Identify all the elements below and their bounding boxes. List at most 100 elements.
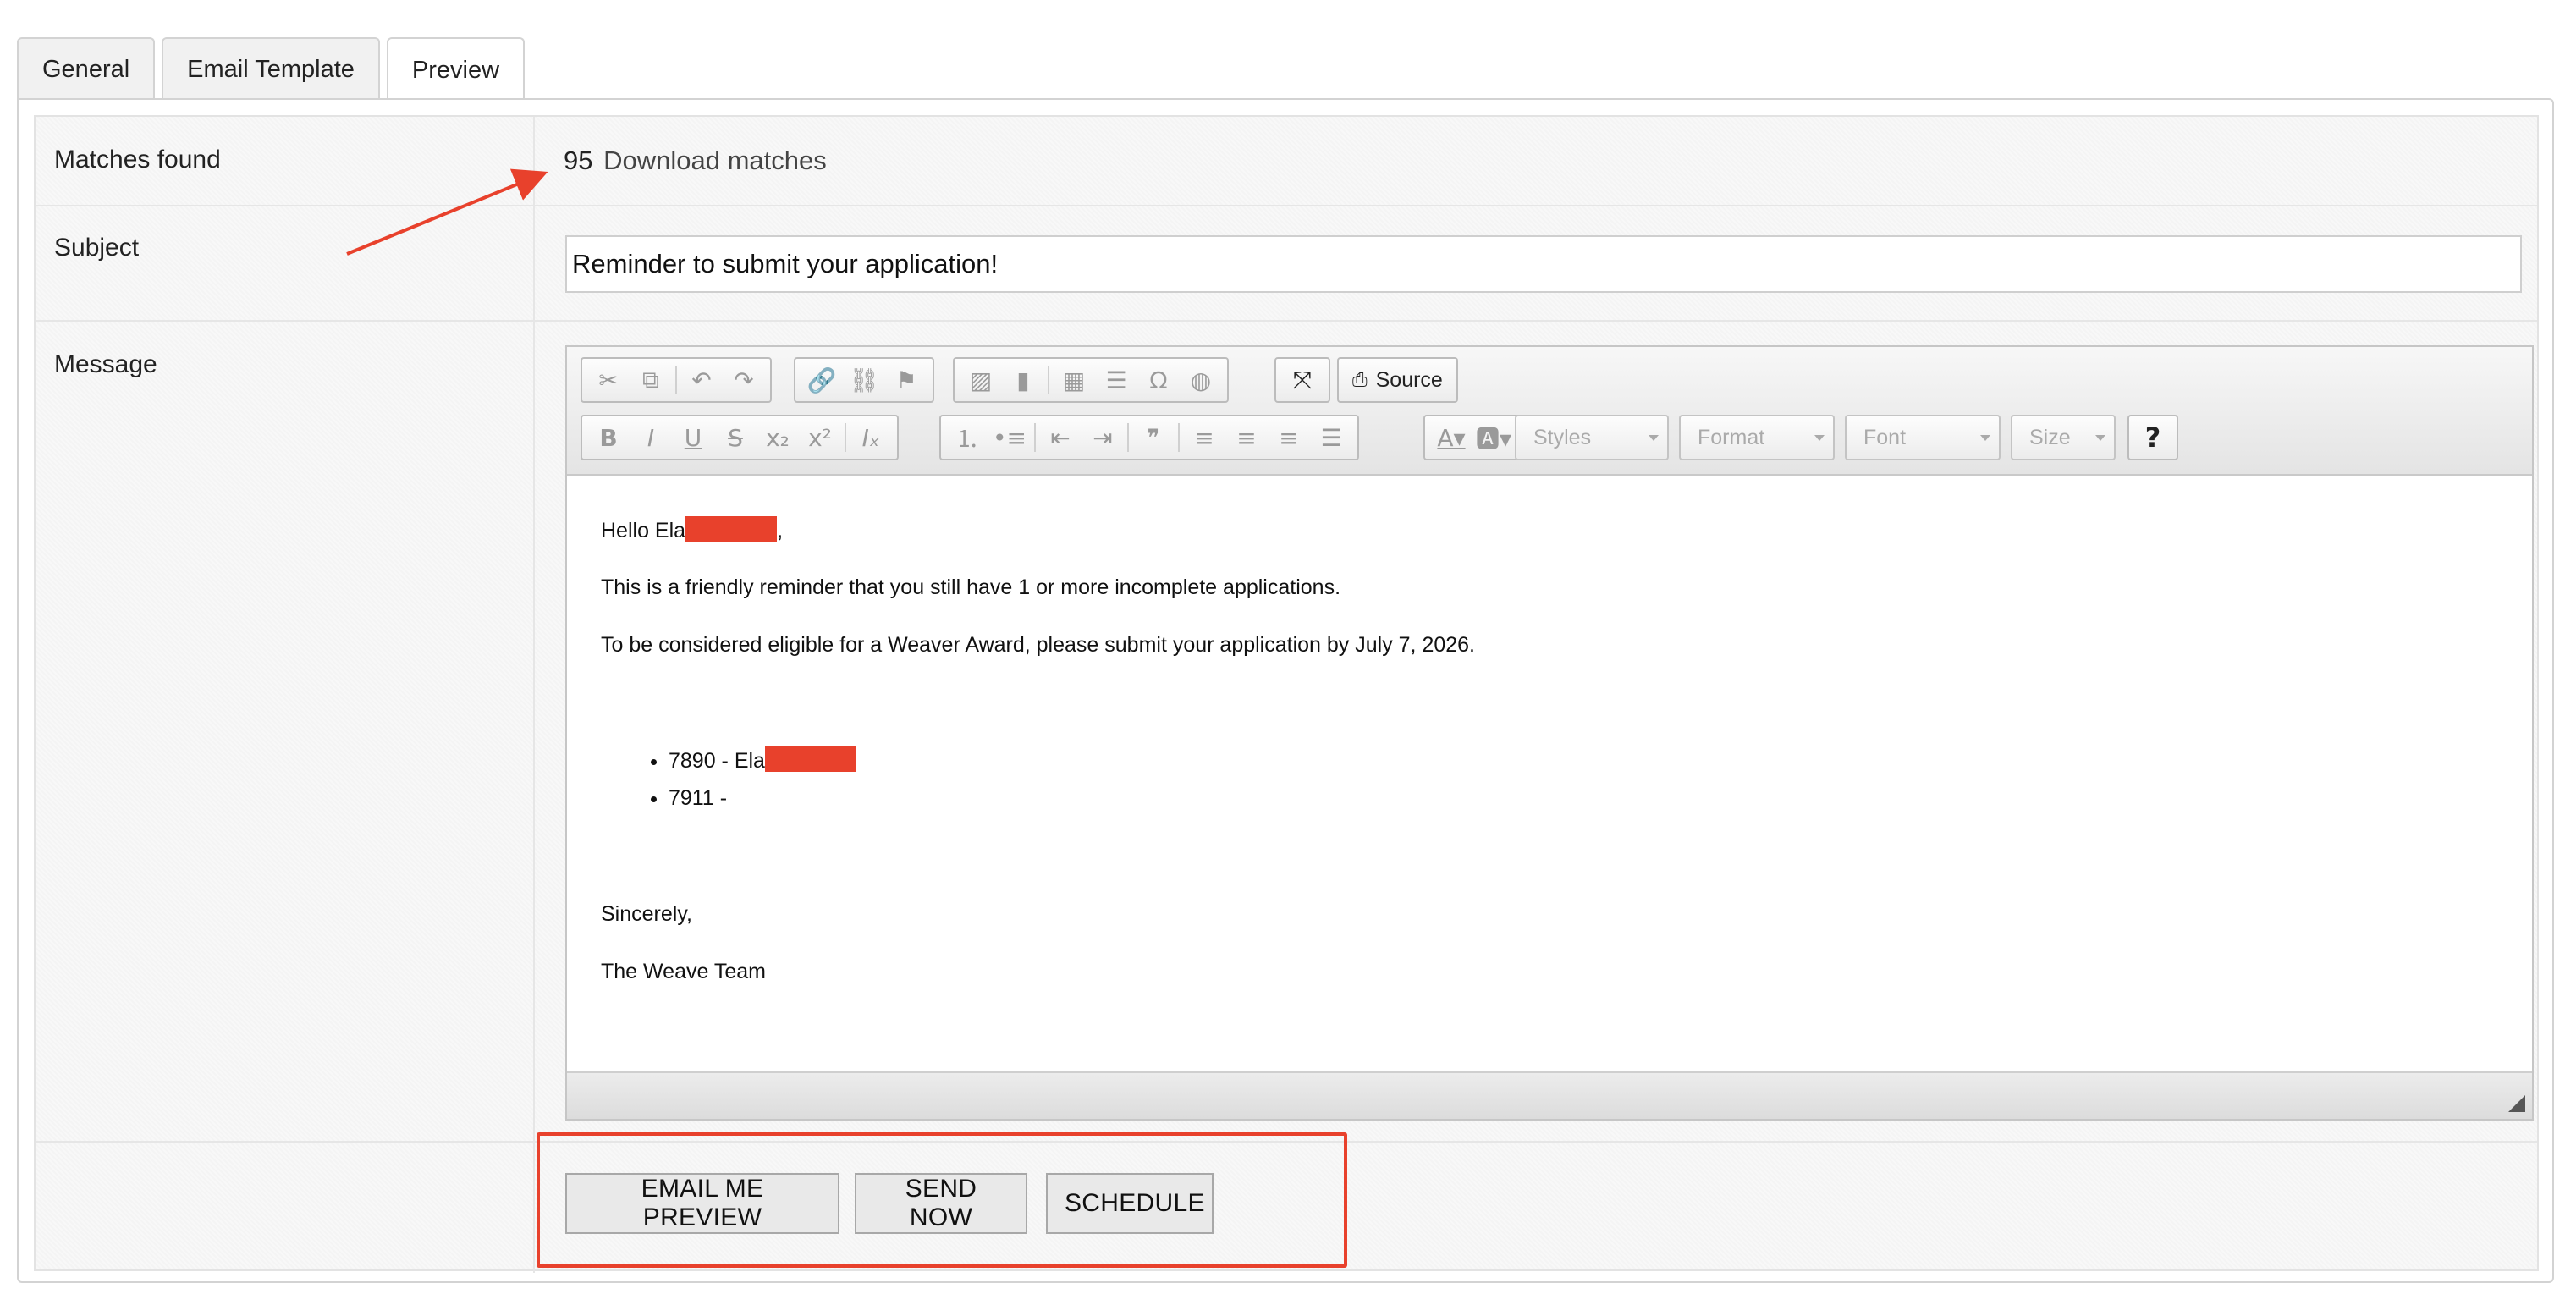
redaction-block xyxy=(764,746,856,772)
signature-line: The Weave Team xyxy=(601,960,767,983)
matches-label-cell: Matches found xyxy=(36,117,535,205)
source-button[interactable]: ⎙ Source xyxy=(1344,368,1451,393)
table-icon[interactable]: ▦ xyxy=(1053,361,1095,399)
iframe-icon[interactable]: ◍ xyxy=(1180,361,1222,399)
email-me-preview-button[interactable]: EMAIL ME PREVIEW xyxy=(565,1173,839,1234)
cut-icon[interactable]: ✂ xyxy=(587,361,630,399)
body-line-1: This is a friendly reminder that you sti… xyxy=(601,575,1341,599)
toolbar-separator xyxy=(1048,366,1049,394)
message-label: Message xyxy=(54,350,157,378)
list-item: 7911 - xyxy=(669,785,856,813)
subscript-icon[interactable]: x₂ xyxy=(757,418,799,457)
actions-row xyxy=(36,1143,2537,1273)
justify-icon[interactable]: ☰ xyxy=(1310,418,1352,457)
resize-handle-icon[interactable] xyxy=(2508,1095,2525,1112)
bold-icon[interactable]: B xyxy=(587,418,630,457)
help-icon[interactable]: ? xyxy=(2134,418,2171,457)
maximize-icon[interactable]: ⤧ xyxy=(1281,361,1324,399)
schedule-button[interactable]: SCHEDULE xyxy=(1046,1173,1214,1234)
send-now-button[interactable]: SEND NOW xyxy=(855,1173,1027,1234)
matches-count: 95 xyxy=(564,146,593,175)
copy-icon[interactable]: ⧉ xyxy=(630,361,672,399)
toolbar-separator xyxy=(1178,423,1180,452)
tab-email-template-label: Email Template xyxy=(187,55,355,83)
font-dropdown[interactable]: Font xyxy=(1845,415,2001,460)
tab-preview-label: Preview xyxy=(411,56,500,84)
basic-styles-group: B I U S x₂ x² Iₓ xyxy=(581,415,899,460)
rich-text-editor: ✂ ⧉ ↶ ↷ 🔗 ⛓ ⚑ ▨ ▮ ▦ ☰ Ω ◍ ⤧ ⎙ Source B I… xyxy=(565,345,2534,1121)
indent-icon[interactable]: ⇥ xyxy=(1082,418,1124,457)
application-list: 7890 - Ela 7911 - xyxy=(635,746,856,822)
editor-status-bar xyxy=(567,1071,2532,1119)
subject-label-cell: Subject xyxy=(36,206,535,320)
align-right-icon[interactable]: ≡ xyxy=(1268,418,1310,457)
closing-line: Sincerely, xyxy=(601,902,692,926)
text-color-icon[interactable]: A▾ xyxy=(1430,418,1472,457)
clipboard-group: ✂ ⧉ ↶ ↷ xyxy=(581,357,772,403)
list-item-text: 7911 - xyxy=(669,785,728,810)
flash-icon[interactable]: ▮ xyxy=(1002,361,1044,399)
outdent-icon[interactable]: ⇤ xyxy=(1039,418,1082,457)
image-icon[interactable]: ▨ xyxy=(960,361,1002,399)
background-color-icon[interactable]: 🅰▾ xyxy=(1472,418,1515,457)
source-label: Source xyxy=(1375,367,1443,392)
format-label: Format xyxy=(1698,425,1765,449)
unlink-icon[interactable]: ⛓ xyxy=(843,361,885,399)
help-group: ? xyxy=(2127,415,2178,460)
toolbar-separator xyxy=(1034,423,1036,452)
horizontal-line-icon[interactable]: ☰ xyxy=(1095,361,1137,399)
styles-label: Styles xyxy=(1533,425,1592,449)
toolbar-separator xyxy=(845,423,846,452)
font-label: Font xyxy=(1863,425,1907,449)
format-dropdown[interactable]: Format xyxy=(1679,415,1835,460)
size-dropdown[interactable]: Size xyxy=(2011,415,2116,460)
tab-general-label: General xyxy=(42,55,130,83)
source-group: ⎙ Source xyxy=(1337,357,1458,403)
redaction-block xyxy=(685,516,778,542)
numbered-list-icon[interactable]: ⒈ xyxy=(946,418,988,457)
matches-value: 95 Download matches xyxy=(564,146,827,176)
matches-label: Matches found xyxy=(54,146,221,173)
redo-icon[interactable]: ↷ xyxy=(723,361,765,399)
underline-icon[interactable]: U xyxy=(672,418,714,457)
omega-icon[interactable]: Ω xyxy=(1137,361,1180,399)
body-line-2: To be considered eligible for a Weaver A… xyxy=(601,633,1476,657)
chevron-down-icon xyxy=(1980,435,1990,441)
align-center-icon[interactable]: ≡ xyxy=(1225,418,1268,457)
italic-icon[interactable]: I xyxy=(630,418,672,457)
matches-row: Matches found 95 Download matches xyxy=(36,117,2537,206)
tab-email-template[interactable]: Email Template xyxy=(162,37,380,100)
subject-label: Subject xyxy=(54,234,140,262)
chevron-down-icon xyxy=(2095,435,2105,441)
blockquote-icon[interactable]: ❞ xyxy=(1132,418,1175,457)
strikethrough-icon[interactable]: S xyxy=(714,418,757,457)
chevron-down-icon xyxy=(1814,435,1825,441)
download-matches-link[interactable]: Download matches xyxy=(603,146,827,175)
message-label-cell: Message xyxy=(36,322,535,1141)
actions-label-cell xyxy=(36,1143,535,1273)
styles-dropdown[interactable]: Styles xyxy=(1515,415,1669,460)
paragraph-group: ⒈ •≡ ⇤ ⇥ ❞ ≡ ≡ ≡ ☰ xyxy=(939,415,1359,460)
form-table: Matches found 95 Download matches Subjec… xyxy=(34,115,2539,1273)
greeting-line: Hello Ela, xyxy=(601,516,783,546)
link-icon[interactable]: 🔗 xyxy=(801,361,843,399)
toolbar-separator xyxy=(1127,423,1129,452)
maximize-group: ⤧ xyxy=(1274,357,1330,403)
subject-input[interactable] xyxy=(565,235,2522,293)
remove-format-icon[interactable]: Iₓ xyxy=(850,418,892,457)
tab-general[interactable]: General xyxy=(17,37,156,100)
undo-icon[interactable]: ↶ xyxy=(680,361,723,399)
insert-group: ▨ ▮ ▦ ☰ Ω ◍ xyxy=(953,357,1229,403)
list-item-text: 7890 - Ela xyxy=(669,749,765,773)
link-group: 🔗 ⛓ ⚑ xyxy=(794,357,934,403)
anchor-icon[interactable]: ⚑ xyxy=(885,361,927,399)
superscript-icon[interactable]: x² xyxy=(799,418,841,457)
chevron-down-icon xyxy=(1649,435,1659,441)
tab-preview[interactable]: Preview xyxy=(386,37,526,102)
greeting-text: Hello Ela xyxy=(601,519,686,542)
tab-bar: General Email Template Preview xyxy=(17,37,526,102)
bulleted-list-icon[interactable]: •≡ xyxy=(988,418,1031,457)
align-left-icon[interactable]: ≡ xyxy=(1183,418,1225,457)
editor-toolbar: ✂ ⧉ ↶ ↷ 🔗 ⛓ ⚑ ▨ ▮ ▦ ☰ Ω ◍ ⤧ ⎙ Source B I… xyxy=(567,347,2532,476)
colors-group: A▾ 🅰▾ xyxy=(1423,415,1522,460)
